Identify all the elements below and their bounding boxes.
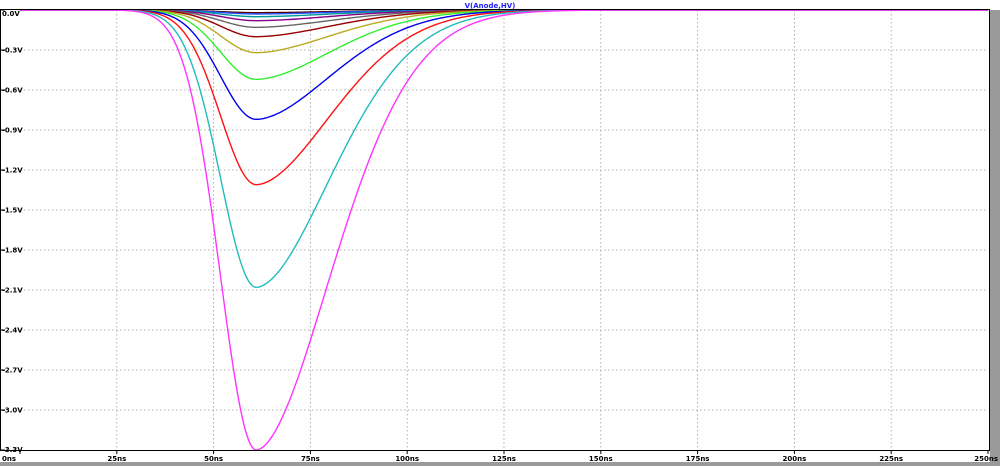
y-tick-label: -1.8V <box>2 247 23 255</box>
x-tick-label: 175ns <box>686 455 710 463</box>
window-right-edge <box>990 10 1000 462</box>
x-tick-label: 225ns <box>879 455 903 463</box>
y-tick-label: -0.6V <box>2 87 23 95</box>
y-tick-label: -0.3V <box>2 47 23 55</box>
x-tick-label: 150ns <box>589 455 613 463</box>
y-tick-label: -0.9V <box>2 127 23 135</box>
x-tick-label: 100ns <box>395 455 419 463</box>
y-tick-label: -2.1V <box>2 287 23 295</box>
y-tick-label: -1.2V <box>2 167 23 175</box>
x-tick-label: 25ns <box>107 455 126 463</box>
x-tick-label: 125ns <box>492 455 516 463</box>
y-tick-label: -2.7V <box>2 367 23 375</box>
plot-background <box>0 0 1000 466</box>
plot-window: 0.0V -0.3V -0.6V -0.9V -1.2V -1.5V -1.8V -2.1V -… <box>0 0 1000 466</box>
y-tick-label: -1.5V <box>2 207 23 215</box>
y-tick-label: -3.0V <box>2 407 23 415</box>
x-tick-label: 75ns <box>301 455 320 463</box>
x-tick-label: 50ns <box>204 455 223 463</box>
x-tick-label: 250ns <box>974 455 998 463</box>
y-tick-label: 0.0V <box>2 10 20 18</box>
x-tick-label: 200ns <box>783 455 807 463</box>
x-tick-label: 0ns <box>2 455 16 463</box>
waveform-chart: 0.0V -0.3V -0.6V -0.9V -1.2V -1.5V -1.8V -2.1V -… <box>0 0 1000 466</box>
trace-title[interactable]: V(Anode,HV) <box>465 2 516 10</box>
y-tick-label: -2.4V <box>2 327 23 335</box>
